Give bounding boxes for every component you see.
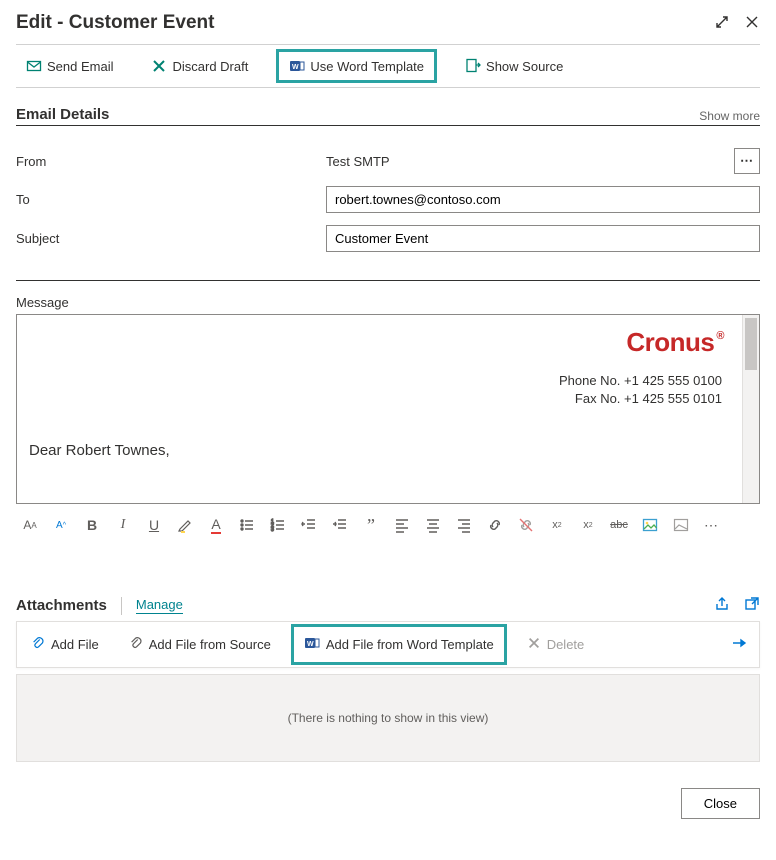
align-center-button[interactable]: [421, 514, 445, 536]
pin-icon[interactable]: [731, 635, 755, 654]
salutation-text: Dear Robert Townes,: [29, 442, 722, 459]
subject-label: Subject: [16, 231, 326, 246]
send-email-label: Send Email: [47, 59, 113, 74]
font-size-decrease-button[interactable]: A^: [49, 514, 73, 536]
discard-draft-label: Discard Draft: [172, 59, 248, 74]
show-source-label: Show Source: [486, 59, 563, 74]
paperclip-icon: [129, 635, 143, 654]
svg-text:3: 3: [271, 527, 274, 533]
expand-icon[interactable]: [714, 14, 730, 33]
add-file-from-word-template-button[interactable]: W Add File from Word Template: [291, 624, 507, 665]
phone-line: Phone No. +1 425 555 0100: [29, 372, 722, 390]
show-source-icon: [465, 58, 481, 74]
highlight-button[interactable]: [173, 514, 197, 536]
insert-image-button[interactable]: [638, 514, 662, 536]
brand-logo: Cronus®: [29, 327, 722, 358]
outdent-button[interactable]: [297, 514, 321, 536]
send-email-icon: [26, 58, 42, 74]
insert-table-button[interactable]: [669, 514, 693, 536]
manage-link[interactable]: Manage: [136, 597, 183, 614]
email-details-title: Email Details: [16, 106, 109, 123]
attachments-toolbar: Add File Add File from Source W Add File…: [16, 621, 760, 668]
subscript-button[interactable]: x2: [576, 514, 600, 536]
add-file-label: Add File: [51, 637, 99, 652]
word-template-icon: W: [289, 58, 305, 74]
svg-text:W: W: [307, 641, 314, 648]
underline-button[interactable]: U: [142, 514, 166, 536]
from-label: From: [16, 154, 326, 169]
send-email-button[interactable]: Send Email: [16, 52, 123, 80]
close-icon[interactable]: [744, 14, 760, 33]
registered-mark-icon: ®: [716, 330, 724, 342]
add-file-from-source-label: Add File from Source: [149, 637, 271, 652]
delete-label: Delete: [547, 637, 585, 652]
fax-line: Fax No. +1 425 555 0101: [29, 390, 722, 408]
italic-button[interactable]: I: [111, 514, 135, 536]
use-word-template-button[interactable]: W Use Word Template: [276, 49, 437, 83]
show-more-link[interactable]: Show more: [699, 109, 760, 123]
attachments-title: Attachments: [16, 597, 107, 614]
close-button[interactable]: Close: [681, 788, 760, 819]
email-details-section-header: Email Details Show more: [16, 106, 760, 126]
numbered-list-button[interactable]: 123: [266, 514, 290, 536]
from-lookup-button[interactable]: ⋯: [734, 148, 760, 174]
separator: [121, 597, 122, 615]
subject-input[interactable]: [326, 225, 760, 252]
message-editor[interactable]: Cronus® Phone No. +1 425 555 0100 Fax No…: [16, 314, 760, 504]
message-label: Message: [16, 295, 760, 310]
delete-icon: [527, 636, 541, 653]
bold-button[interactable]: B: [80, 514, 104, 536]
dialog-title: Edit - Customer Event: [16, 12, 214, 34]
rich-text-toolbar: AA A^ B I U A 123 ” x2 x2 abc ⋯: [16, 510, 760, 540]
to-input[interactable]: [326, 186, 760, 213]
add-file-from-word-template-label: Add File from Word Template: [326, 637, 494, 652]
use-word-template-label: Use Word Template: [310, 59, 424, 74]
add-file-button[interactable]: Add File: [21, 627, 109, 662]
link-button[interactable]: [483, 514, 507, 536]
section-divider: [16, 280, 760, 281]
strikethrough-button[interactable]: abc: [607, 514, 631, 536]
align-right-button[interactable]: [452, 514, 476, 536]
action-toolbar: Send Email Discard Draft W Use Word Temp…: [16, 44, 760, 88]
delete-button[interactable]: Delete: [517, 628, 595, 661]
empty-text: (There is nothing to show in this view): [288, 711, 489, 725]
discard-icon: [151, 58, 167, 74]
popout-icon[interactable]: [744, 596, 760, 615]
bulleted-list-button[interactable]: [235, 514, 259, 536]
font-color-button[interactable]: A: [204, 514, 228, 536]
font-size-increase-button[interactable]: AA: [18, 514, 42, 536]
superscript-button[interactable]: x2: [545, 514, 569, 536]
quote-button[interactable]: ”: [359, 514, 383, 536]
paperclip-icon: [31, 635, 45, 654]
unlink-button[interactable]: [514, 514, 538, 536]
from-value: Test SMTP: [326, 154, 390, 169]
word-template-icon: W: [304, 635, 320, 654]
attachments-empty-view: (There is nothing to show in this view): [16, 674, 760, 762]
editor-scrollbar[interactable]: [742, 315, 759, 503]
align-left-button[interactable]: [390, 514, 414, 536]
dialog-header: Edit - Customer Event: [16, 12, 760, 40]
indent-button[interactable]: [328, 514, 352, 536]
discard-draft-button[interactable]: Discard Draft: [141, 52, 258, 80]
add-file-from-source-button[interactable]: Add File from Source: [119, 627, 281, 662]
show-source-button[interactable]: Show Source: [455, 52, 573, 80]
svg-text:W: W: [292, 64, 299, 71]
to-label: To: [16, 192, 326, 207]
share-icon[interactable]: [714, 596, 730, 615]
more-formatting-button[interactable]: ⋯: [700, 514, 724, 536]
